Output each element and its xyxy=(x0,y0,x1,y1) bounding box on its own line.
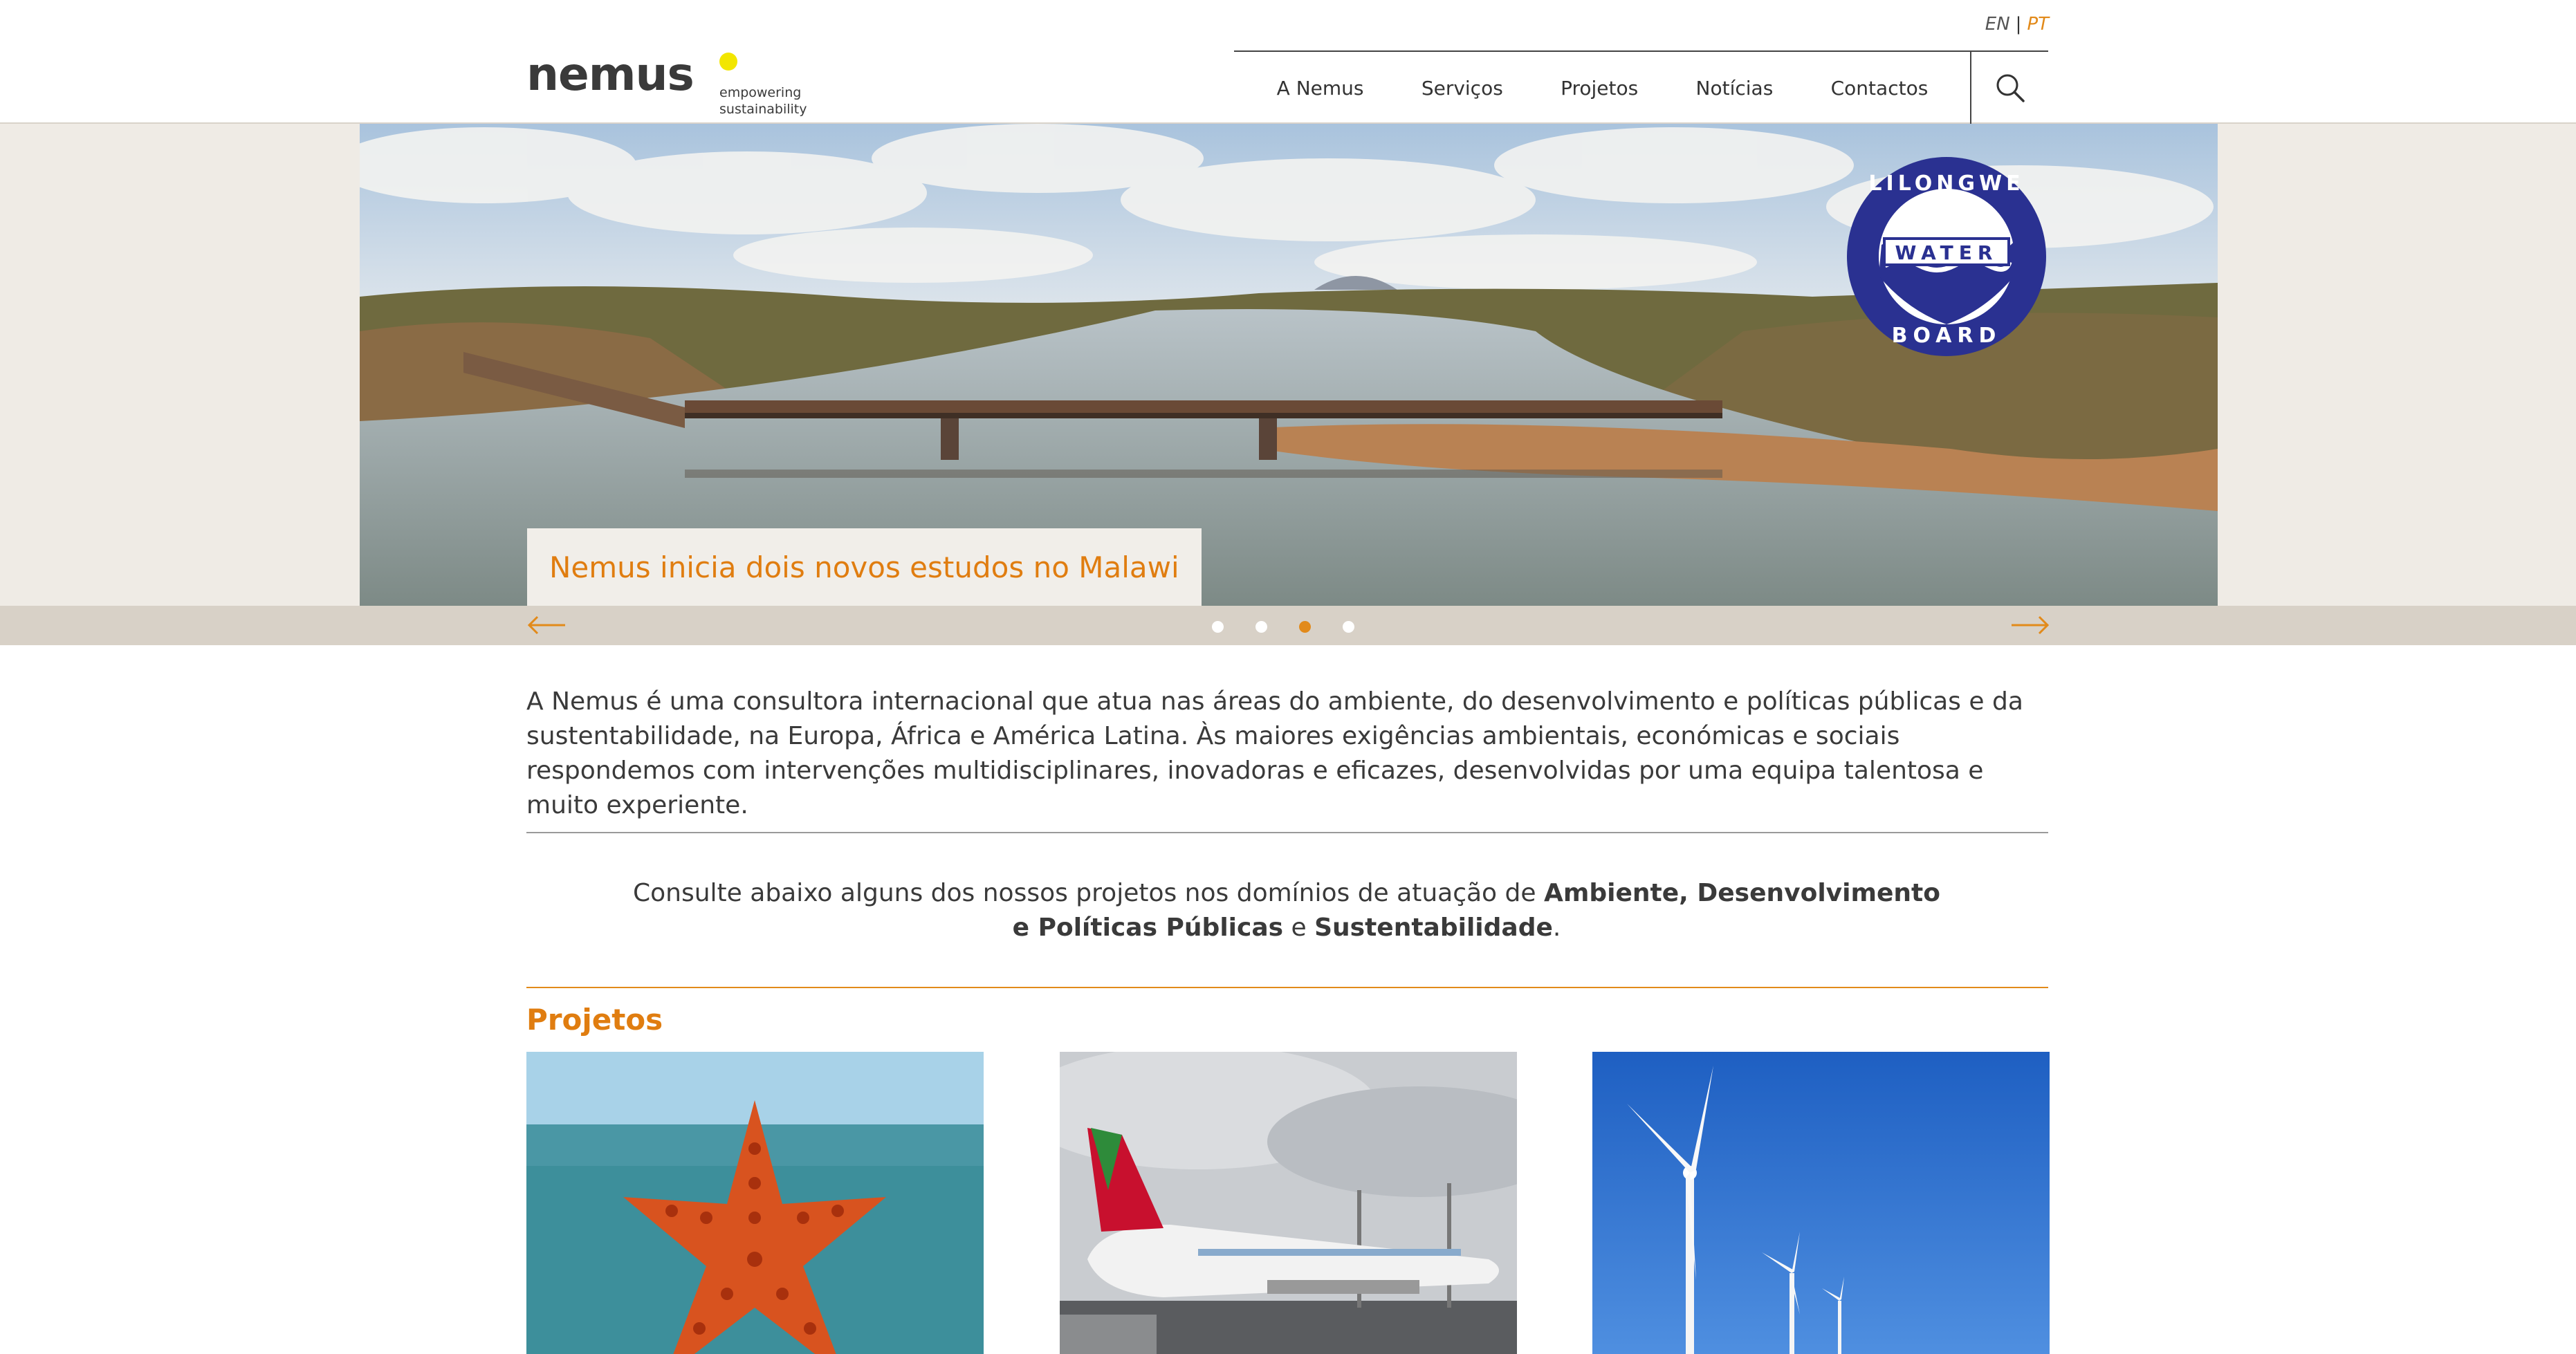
slider-dot-3[interactable] xyxy=(1299,621,1311,633)
wind-turbine-image xyxy=(1592,1052,2050,1354)
slider-controls xyxy=(0,606,2576,645)
svg-text:WATER: WATER xyxy=(1895,241,1998,264)
domain-ambiente: Ambiente xyxy=(1543,879,1680,907)
lang-en-link[interactable]: EN xyxy=(1985,14,2010,35)
domains-prefix: Consulte abaixo alguns dos nossos projet… xyxy=(633,879,1544,907)
search-icon xyxy=(1996,74,2025,102)
hero-caption[interactable]: Nemus inicia dois novos estudos no Malaw… xyxy=(527,528,1202,606)
project-thumb-airport[interactable] xyxy=(1060,1052,1517,1354)
main-nav: A Nemus Serviços Projetos Notícias Conta… xyxy=(1234,52,1971,124)
lang-pt-link[interactable]: PT xyxy=(2027,14,2049,35)
domains-and: e xyxy=(1283,914,1315,942)
project-thumb-starfish[interactable] xyxy=(526,1052,984,1354)
lilongwe-water-board-logo: WATER LILONGWE BOARD xyxy=(1847,157,2046,356)
arrow-right-icon xyxy=(2012,615,2050,635)
site-header: nemus empowering sustainability EN | PT A … xyxy=(0,0,2576,124)
domain-sustentabilidade: Sustentabilidade xyxy=(1314,914,1553,942)
intro-paragraph: A Nemus é uma consultora internacional q… xyxy=(526,687,2023,819)
slider-dot-4[interactable] xyxy=(1343,621,1354,633)
logo-dot xyxy=(719,53,737,71)
starfish-image xyxy=(526,1052,984,1354)
slider-dot-2[interactable] xyxy=(1255,621,1267,633)
language-switcher: EN | PT xyxy=(1985,14,2049,35)
slider-dot-1[interactable] xyxy=(1212,621,1224,633)
nav-item-a-nemus[interactable]: A Nemus xyxy=(1277,77,1364,100)
logo-wordmark: nemus xyxy=(526,48,694,101)
domains-paragraph: Consulte abaixo alguns dos nossos projet… xyxy=(623,876,1951,945)
nav-item-projetos[interactable]: Projetos xyxy=(1561,77,1638,100)
section-divider xyxy=(526,832,2048,833)
airplane-image xyxy=(1060,1052,1517,1354)
lang-separator: | xyxy=(2015,14,2022,35)
slider-prev-button[interactable] xyxy=(526,614,567,636)
arrow-left-icon xyxy=(527,615,565,635)
nav-item-noticias[interactable]: Notícias xyxy=(1696,77,1774,100)
project-thumb-wind[interactable] xyxy=(1592,1052,2050,1354)
logo-tagline: empowering sustainability xyxy=(719,84,807,118)
search-button[interactable] xyxy=(1971,52,2048,124)
slider-dots xyxy=(1212,621,1354,633)
slider-next-button[interactable] xyxy=(2010,614,2050,636)
nemus-logo[interactable]: nemus empowering sustainability xyxy=(526,47,817,123)
nav-item-servicos[interactable]: Serviços xyxy=(1422,77,1503,100)
nav-item-contactos[interactable]: Contactos xyxy=(1831,77,1929,100)
projects-heading: Projetos xyxy=(526,1003,663,1037)
svg-text:LILONGWE: LILONGWE xyxy=(1868,171,2024,196)
tagline-line-2: sustainability xyxy=(719,102,807,117)
tagline-line-1: empowering xyxy=(719,85,802,100)
svg-text:BOARD: BOARD xyxy=(1892,324,2002,348)
domains-end: . xyxy=(1552,914,1561,942)
projects-divider xyxy=(526,987,2048,988)
domains-comma: , xyxy=(1679,879,1698,907)
